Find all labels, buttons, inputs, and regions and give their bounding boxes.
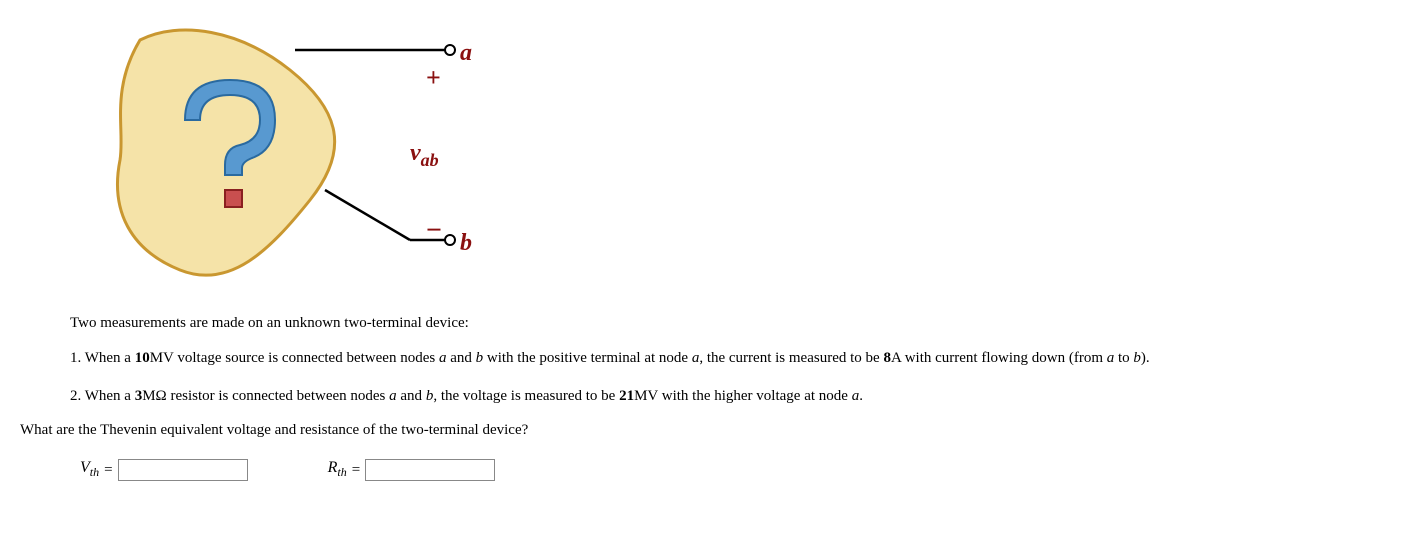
circuit-diagram: a + vab − b <box>80 10 1382 295</box>
eq-sign: = <box>104 462 112 479</box>
vth-label: Vth <box>80 459 99 480</box>
vth-input[interactable] <box>118 459 248 481</box>
measurements-list: 1. When a 10MV voltage source is connect… <box>70 347 1382 407</box>
node-a-label: a <box>460 40 472 67</box>
node-b-label: b <box>460 230 472 257</box>
measurement-2: 2. When a 3MΩ resistor is connected betw… <box>70 385 1382 408</box>
plus-label: + <box>426 63 441 93</box>
answer-inputs: Vth = Rth = <box>80 459 1382 481</box>
measurement-1: 1. When a 10MV voltage source is connect… <box>70 347 1382 370</box>
minus-label: − <box>426 215 442 247</box>
rth-input[interactable] <box>365 459 495 481</box>
intro-text: Two measurements are made on an unknown … <box>70 315 1382 332</box>
vth-group: Vth = <box>80 459 248 481</box>
rth-group: Rth = <box>328 459 496 481</box>
question-text: What are the Thevenin equivalent voltage… <box>20 422 1382 439</box>
vab-label: vab <box>410 140 439 171</box>
eq-sign: = <box>352 462 360 479</box>
rth-label: Rth <box>328 459 347 480</box>
